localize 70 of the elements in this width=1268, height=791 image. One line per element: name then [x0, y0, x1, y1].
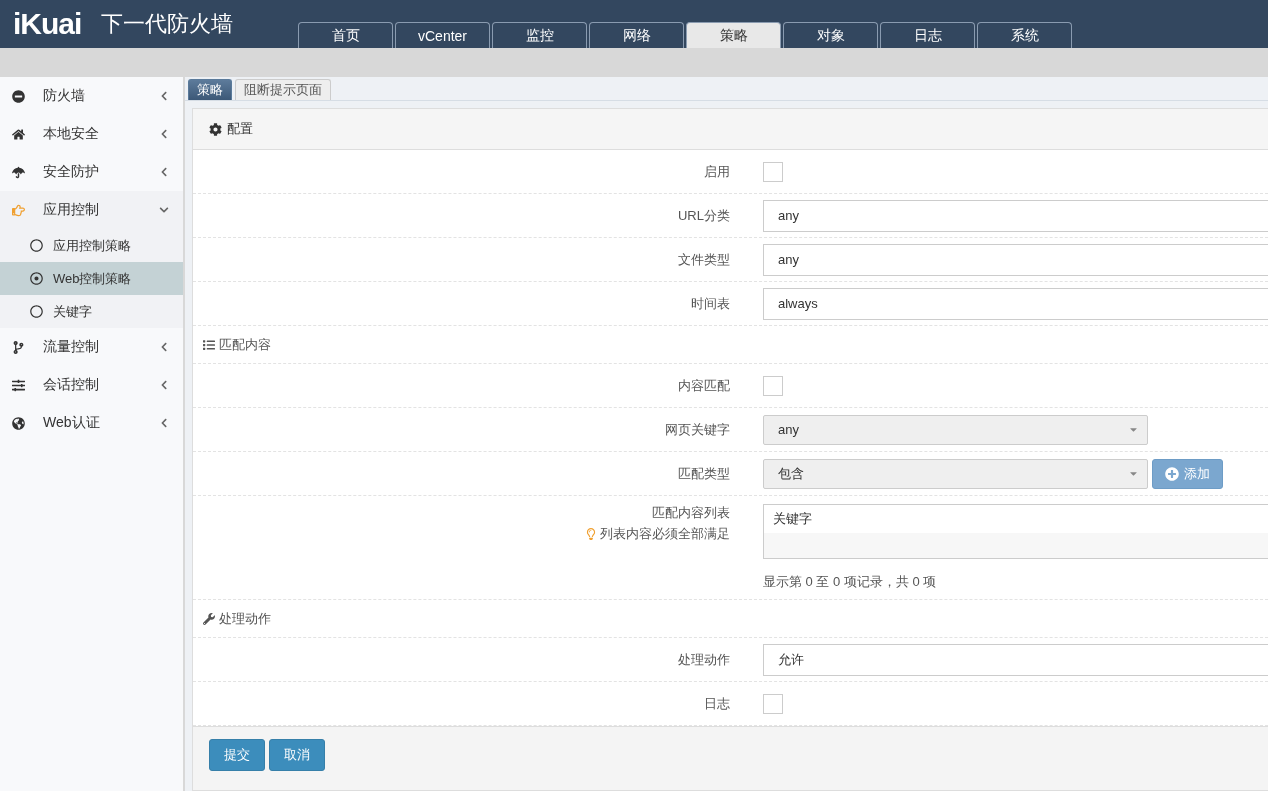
checkbox[interactable] [763, 375, 783, 396]
sub-tab[interactable]: 阻断提示页面 [235, 79, 331, 100]
chevron-left-icon [159, 342, 169, 352]
field-label: 内容匹配 [677, 376, 731, 395]
sidebar-item[interactable]: 流量控制 [0, 328, 183, 366]
checkbox[interactable] [763, 693, 783, 714]
sidebar-item[interactable]: 应用控制 [0, 191, 183, 229]
umbrella-icon [12, 165, 25, 179]
sidebar-subitem[interactable]: 关键字 [0, 295, 183, 328]
field-label: 处理动作 [677, 650, 731, 669]
sidebar-item[interactable]: 本地安全 [0, 115, 183, 153]
select-field[interactable]: any [763, 414, 1148, 445]
logo: iKuai [13, 7, 82, 41]
sidebar-item[interactable]: 防火墙 [0, 77, 183, 115]
panel-title: 配置 [227, 120, 253, 138]
action-button[interactable]: 提交 [209, 739, 265, 771]
lightbulb-icon [585, 528, 597, 540]
field-label: 时间表 [690, 294, 731, 313]
sidebar-item[interactable]: Web认证 [0, 404, 183, 442]
wrench-icon [203, 612, 215, 625]
nav-tab[interactable]: vCenter [395, 22, 490, 48]
nav-tab[interactable]: 策略 [686, 22, 781, 48]
hint-text: 列表内容必须全部满足 [600, 525, 730, 543]
chevron-left-icon [159, 167, 169, 177]
field-label: URL分类 [677, 206, 731, 225]
chevron-left-icon [159, 91, 169, 101]
sidebar-item[interactable]: 会话控制 [0, 366, 183, 404]
radio-icon [30, 239, 43, 252]
nav-tab[interactable]: 网络 [589, 22, 684, 48]
radio-selected-icon [30, 272, 43, 285]
list-icon [203, 338, 215, 351]
input-field[interactable]: any [763, 243, 1268, 276]
nav-tab[interactable]: 日志 [880, 22, 975, 48]
chevron-down-icon [159, 205, 169, 215]
field-label: 网页关键字 [664, 420, 731, 439]
input-field[interactable]: any [763, 199, 1268, 232]
field-label: 匹配内容列表 [651, 504, 730, 522]
action-button[interactable]: 取消 [269, 739, 325, 771]
section-title: 处理动作 [219, 609, 271, 628]
globe-icon [12, 416, 25, 430]
field-label: 日志 [703, 694, 731, 713]
sidebar-subitem[interactable]: 应用控制策略 [0, 229, 183, 262]
home-icon [12, 127, 25, 141]
input-field[interactable]: always [763, 287, 1268, 320]
sliders-icon [12, 378, 25, 392]
sub-tab[interactable]: 策略 [188, 79, 232, 100]
sidebar-item[interactable]: 安全防护 [0, 153, 183, 191]
nav-tab[interactable]: 监控 [492, 22, 587, 48]
plus-icon [1165, 466, 1179, 481]
chevron-left-icon [159, 380, 169, 390]
field-label: 匹配类型 [677, 464, 731, 483]
branch-icon [12, 340, 25, 354]
field-label: 文件类型 [677, 250, 731, 269]
chevron-left-icon [159, 129, 169, 139]
chevron-left-icon [159, 418, 169, 428]
radio-icon [30, 305, 43, 318]
nav-tab[interactable]: 系统 [977, 22, 1072, 48]
input-field[interactable]: 允许 [763, 643, 1268, 676]
record-summary: 显示第 0 至 0 项记录，共 0 项 [763, 573, 938, 591]
app-title: 下一代防火墙 [101, 10, 234, 38]
nav-tab[interactable]: 对象 [783, 22, 878, 48]
checkbox[interactable] [763, 161, 783, 182]
hand-pointing-icon [12, 203, 25, 217]
column-header: 关键字 [773, 510, 812, 528]
settings-icon [209, 122, 222, 136]
sidebar-subitem[interactable]: Web控制策略 [0, 262, 183, 295]
field-label: 启用 [703, 162, 731, 181]
nav-tab[interactable]: 首页 [298, 22, 393, 48]
section-title: 匹配内容 [219, 335, 271, 354]
select-field[interactable]: 包含 [763, 458, 1148, 489]
